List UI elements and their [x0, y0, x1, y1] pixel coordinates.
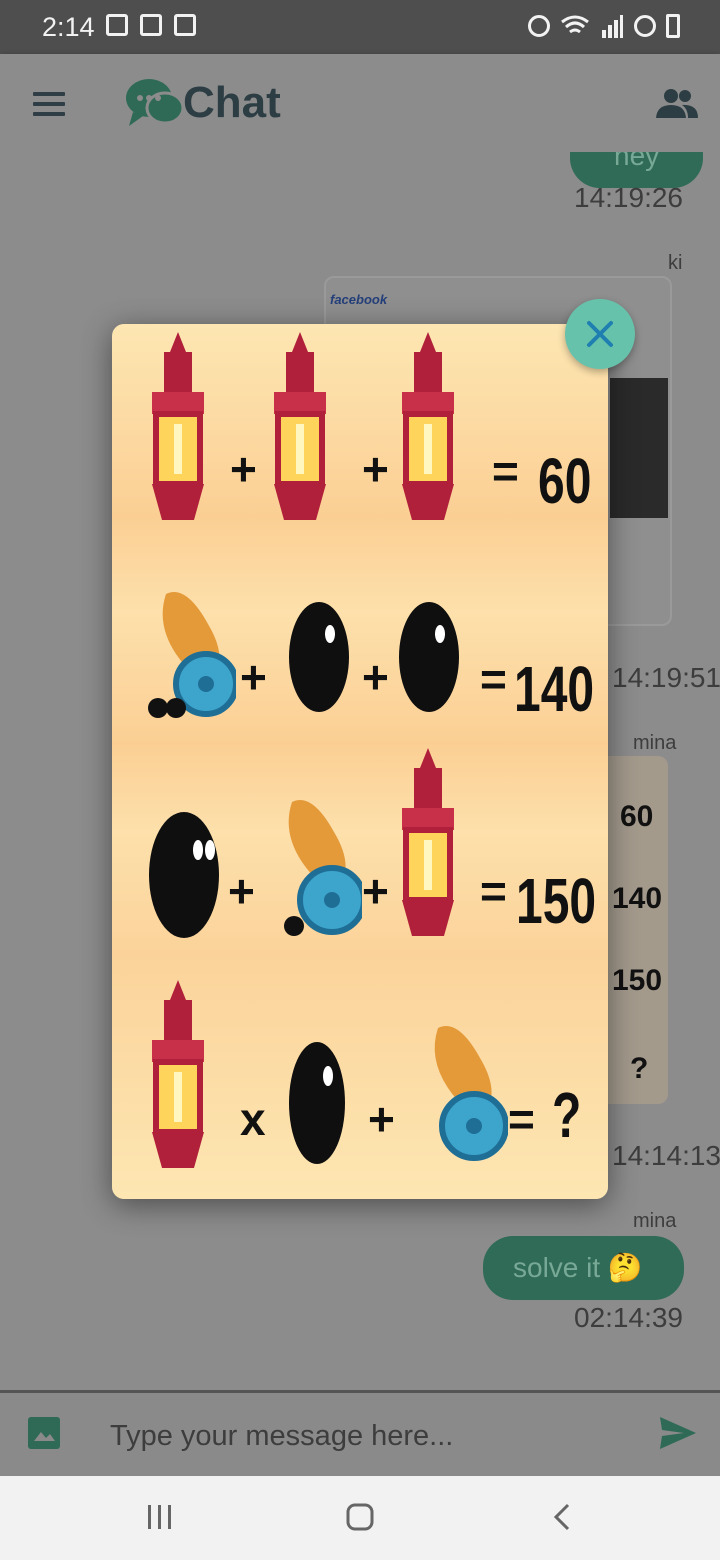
close-icon — [587, 321, 613, 347]
puzzle-row: + + = 140 — [112, 534, 608, 744]
puzzle-row: x + = ? — [112, 974, 608, 1184]
image-viewer[interactable]: + + = 60 + + = 140 + + = 150 x + = ? — [112, 324, 608, 1199]
image-icon — [106, 14, 128, 36]
message-input-bar — [0, 1390, 720, 1479]
close-viewer-button[interactable] — [565, 299, 635, 369]
ball-icon — [149, 812, 219, 938]
puzzle-result: 60 — [538, 445, 592, 517]
lantern-icon — [402, 332, 454, 520]
menu-icon[interactable] — [33, 92, 65, 116]
ball-icon — [289, 602, 349, 712]
lantern-icon — [402, 748, 454, 936]
recent-apps-icon[interactable] — [145, 1502, 175, 1532]
alarm-icon — [528, 15, 550, 37]
ball-icon — [399, 602, 459, 712]
message-text: hey — [614, 152, 660, 171]
message-text: solve it 🤔 — [513, 1252, 643, 1283]
status-system-icons — [528, 14, 680, 38]
message-timestamp: 14:19:26 — [574, 182, 683, 213]
puzzle-result: 140 — [514, 653, 595, 725]
lantern-icon — [152, 980, 204, 1168]
people-icon[interactable] — [656, 88, 698, 118]
message-sender: ki — [668, 252, 683, 274]
status-time: 2:14 — [42, 12, 95, 42]
message-timestamp: 02:14:39 — [574, 1302, 683, 1333]
app-title: Chat — [183, 78, 281, 127]
video-icon — [140, 14, 162, 36]
message-bubble[interactable]: solve it 🤔 — [483, 1236, 684, 1300]
app-bar: Chat — [0, 54, 720, 152]
status-bar: 2:14 — [0, 0, 720, 54]
message-timestamp: 14:19:51 — [612, 662, 720, 693]
message-input[interactable] — [108, 1407, 632, 1465]
lantern-icon — [152, 332, 204, 520]
message-timestamp: 14:14:13 — [612, 1140, 720, 1171]
lantern-icon — [274, 332, 326, 520]
cannon-icon — [148, 592, 236, 718]
gallery-icon[interactable] — [28, 1417, 60, 1449]
puzzle-result: ? — [552, 1079, 582, 1151]
thumb-app-label: facebook — [330, 292, 388, 307]
battery-icon — [666, 14, 680, 38]
chat-logo-icon — [126, 79, 185, 126]
status-notification-icons — [106, 14, 196, 36]
message-sender: mina — [633, 1210, 677, 1232]
back-icon[interactable] — [548, 1502, 578, 1532]
send-icon[interactable] — [658, 1415, 698, 1451]
puzzle-row: + + = 150 — [112, 744, 608, 954]
system-nav-bar — [0, 1476, 720, 1560]
do-not-disturb-icon — [634, 15, 656, 37]
signal-icon — [602, 15, 623, 38]
ball-icon — [289, 1042, 345, 1164]
puzzle-result: 150 — [516, 865, 597, 937]
puzzle-row: + + = 60 — [112, 324, 608, 534]
message-sender: mina — [633, 732, 677, 754]
cannon-icon — [434, 1026, 508, 1161]
home-icon[interactable] — [345, 1502, 375, 1532]
wifi-icon — [561, 15, 589, 34]
cannon-icon — [284, 800, 362, 936]
record-icon — [174, 14, 196, 36]
